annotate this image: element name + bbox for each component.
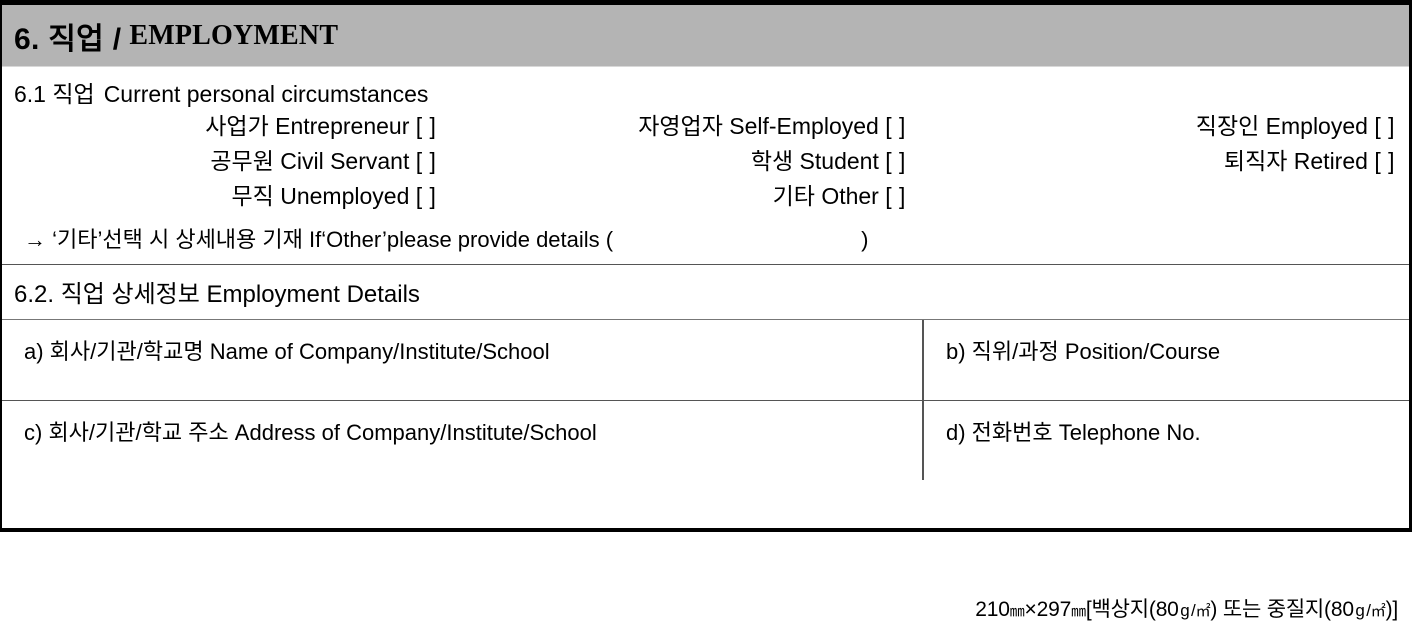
option-checkbox[interactable]: [ ] (416, 113, 437, 139)
option-label-en: Retired (1293, 148, 1368, 174)
option-label-en: Other (821, 183, 879, 209)
field-telephone[interactable]: d) 전화번호 Telephone No. (923, 400, 1409, 480)
option-employed[interactable]: 직장인 Employed [ ] (906, 115, 1409, 150)
options-row: 무직 Unemployed [ ] 기타 Other [ ] (2, 185, 1409, 220)
option-label-en: Civil Servant (280, 148, 410, 174)
option-retired[interactable]: 퇴직자 Retired [ ] (906, 150, 1409, 185)
other-details-line: → ‘기타’선택 시 상세내용 기재 If‘Other’please provi… (2, 220, 1409, 264)
option-self-employed[interactable]: 자영업자 Self-Employed [ ] (436, 115, 905, 150)
option-label-en: Employed (1265, 113, 1368, 139)
employment-status-options: 사업가 Entrepreneur [ ] 자영업자 Self-Employed … (2, 115, 1409, 220)
option-unemployed[interactable]: 무직 Unemployed [ ] (2, 185, 436, 220)
option-label-ko: 학생 (750, 148, 794, 174)
paper-weight-1: 80 (1155, 598, 1179, 621)
paper-area-unit-1: ㎡ (1195, 603, 1211, 620)
option-checkbox[interactable]: [ ] (1374, 148, 1395, 174)
option-checkbox[interactable]: [ ] (416, 148, 437, 174)
paper-spec-text: 210㎜×297㎜[백상지(80 g /㎡) 또는 중질지(80 g /㎡)] (975, 593, 1398, 623)
paper-height-unit: ㎜ (1071, 603, 1086, 620)
options-row: 사업가 Entrepreneur [ ] 자영업자 Self-Employed … (2, 115, 1409, 150)
option-student[interactable]: 학생 Student [ ] (436, 148, 906, 185)
option-checkbox[interactable]: [ ] (885, 113, 906, 139)
paper-weight-2: 80 (1330, 598, 1354, 621)
other-details-paren-open: ( (605, 227, 614, 252)
paper-height: 297 (1036, 598, 1072, 621)
employment-details-table: a) 회사/기관/학교명 Name of Company/Institute/S… (2, 320, 1409, 480)
options-row: 공무원 Civil Servant [ ] 학생 Student [ ] 퇴직자… (2, 150, 1409, 185)
option-label-en: Self-Employed (729, 113, 879, 139)
option-checkbox[interactable]: [ ] (885, 183, 906, 209)
table-row: a) 회사/기관/학교명 Name of Company/Institute/S… (2, 320, 1409, 401)
employment-form: 6. 직업 / EMPLOYMENT 6.1 직업 Current persona… (0, 0, 1412, 637)
paper-gram-unit-1: g (1180, 601, 1190, 620)
option-label-en: Student (799, 148, 879, 174)
option-label-ko: 자영업자 (638, 113, 723, 139)
paper-gram-unit-2: g (1355, 601, 1365, 620)
paper-width: 210 (975, 598, 1010, 621)
section-number-korean: 6. 직업 / (14, 22, 122, 56)
other-details-paren-close: ) (861, 227, 869, 252)
paper-type-open: [백상지( (1085, 598, 1156, 621)
subsection-6-2-heading: 6.2. 직업 상세정보 Employment Details (2, 265, 1409, 320)
option-label-ko: 퇴직자 (1223, 148, 1288, 174)
option-entrepreneur[interactable]: 사업가 Entrepreneur [ ] (2, 115, 436, 150)
paper-times-symbol: × (1024, 598, 1037, 621)
option-label-ko: 사업가 (205, 113, 269, 139)
option-other[interactable]: 기타 Other [ ] (436, 183, 906, 220)
other-note-english: If‘Other’please provide details (309, 227, 600, 252)
option-checkbox[interactable]: [ ] (1374, 113, 1395, 139)
option-label-en: Unemployed (280, 183, 410, 209)
section-header-employment: 6. 직업 / EMPLOYMENT (2, 5, 1409, 67)
table-row: c) 회사/기관/학교 주소 Address of Company/Instit… (2, 400, 1409, 480)
arrow-right-icon: → (24, 227, 46, 252)
option-spacer (906, 185, 1409, 220)
paper-spec-footer: 210㎜×297㎜[백상지(80 g /㎡) 또는 중질지(80 g /㎡)] (0, 532, 1412, 637)
subsection-6-1-label-english: Current personal circumstances (103, 81, 429, 107)
section-title-english: EMPLOYMENT (129, 19, 339, 51)
subsection-6-1: 6.1 직업 Current personal circumstances 사업가… (2, 67, 1409, 265)
option-label-ko: 무직 (231, 183, 274, 209)
paper-type-close: )] (1385, 598, 1399, 621)
option-checkbox[interactable]: [ ] (416, 183, 437, 209)
other-note-korean: ‘기타’선택 시 상세내용 기재 (52, 227, 303, 252)
option-label-en: Entrepreneur (275, 113, 410, 139)
option-label-ko: 직장인 (1195, 113, 1260, 139)
option-civil-servant[interactable]: 공무원 Civil Servant [ ] (2, 150, 436, 185)
subsection-6-1-title: 6.1 직업 Current personal circumstances (2, 67, 1409, 115)
field-company-address[interactable]: c) 회사/기관/학교 주소 Address of Company/Instit… (2, 400, 924, 480)
field-position-course[interactable]: b) 직위/과정 Position/Course (923, 320, 1409, 401)
option-label-ko: 기타 (772, 183, 815, 209)
option-label-ko: 공무원 (210, 148, 274, 174)
form-outer-table: 6. 직업 / EMPLOYMENT 6.1 직업 Current persona… (0, 0, 1412, 532)
paper-width-unit: ㎜ (1009, 603, 1025, 620)
paper-type-mid: ) 또는 중질지( (1210, 598, 1331, 621)
field-company-name[interactable]: a) 회사/기관/학교명 Name of Company/Institute/S… (2, 320, 924, 401)
subsection-6-1-label-korean: 6.1 직업 (14, 81, 95, 107)
paper-area-unit-2: ㎡ (1370, 603, 1386, 620)
option-checkbox[interactable]: [ ] (885, 148, 906, 174)
